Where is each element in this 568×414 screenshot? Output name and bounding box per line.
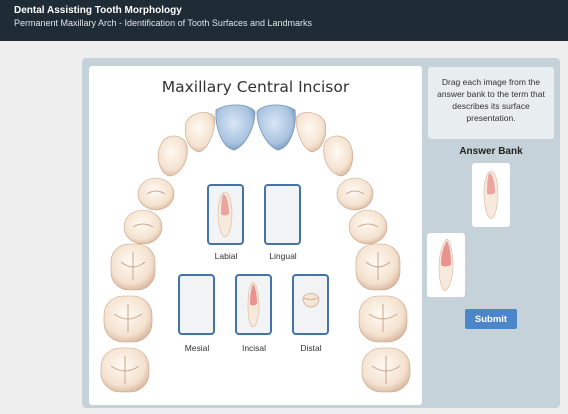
slot-label-distal: Distal (300, 343, 322, 353)
app-header: Dental Assisting Tooth Morphology Perman… (0, 0, 568, 41)
incisor-proximal-view-icon (438, 238, 454, 292)
tooth-lateral-incisor-right (184, 112, 216, 153)
maxillary-arch-illustration (100, 104, 411, 393)
drop-slot-distal[interactable] (292, 274, 329, 335)
tooth-premolar-2-right (123, 209, 163, 245)
app-title: Dental Assisting Tooth Morphology (14, 5, 182, 16)
incisor-labial-view-icon (483, 170, 499, 220)
drop-slot-lingual[interactable] (264, 184, 301, 245)
slot-label-incisal: Incisal (241, 343, 267, 353)
tooth-premolar-2-left (348, 209, 388, 245)
tooth-premolar-1-left (336, 177, 374, 211)
slot-label-labial: Labial (214, 251, 238, 261)
incisor-proximal-view-icon (247, 281, 260, 328)
submit-button[interactable]: Submit (465, 309, 517, 329)
incisor-incisal-view-icon (302, 293, 320, 308)
answer-bank-item-2[interactable] (427, 233, 465, 297)
arch-stage: Maxillary Central Incisor Labial Lingual… (89, 66, 422, 405)
incisor-labial-view-icon (217, 191, 233, 238)
tooth-central-incisor-left (256, 104, 296, 151)
tooth-lateral-incisor-left (295, 112, 327, 153)
drop-slot-incisal[interactable] (235, 274, 272, 335)
tooth-canine-left (323, 135, 354, 177)
drop-slot-mesial[interactable] (178, 274, 215, 335)
slot-label-mesial: Mesial (184, 343, 210, 353)
tooth-canine-right (157, 135, 188, 177)
tooth-premolar-1-right (137, 177, 175, 211)
tooth-central-incisor-right (215, 104, 256, 151)
answer-bank-item-1[interactable] (472, 163, 510, 227)
slot-label-lingual: Lingual (269, 251, 297, 261)
drop-slot-labial[interactable] (207, 184, 244, 245)
answer-bank-title: Answer Bank (459, 146, 523, 157)
app-subtitle: Permanent Maxillary Arch - Identificatio… (14, 18, 312, 28)
instructions-panel: Drag each image from the answer bank to … (428, 67, 554, 139)
